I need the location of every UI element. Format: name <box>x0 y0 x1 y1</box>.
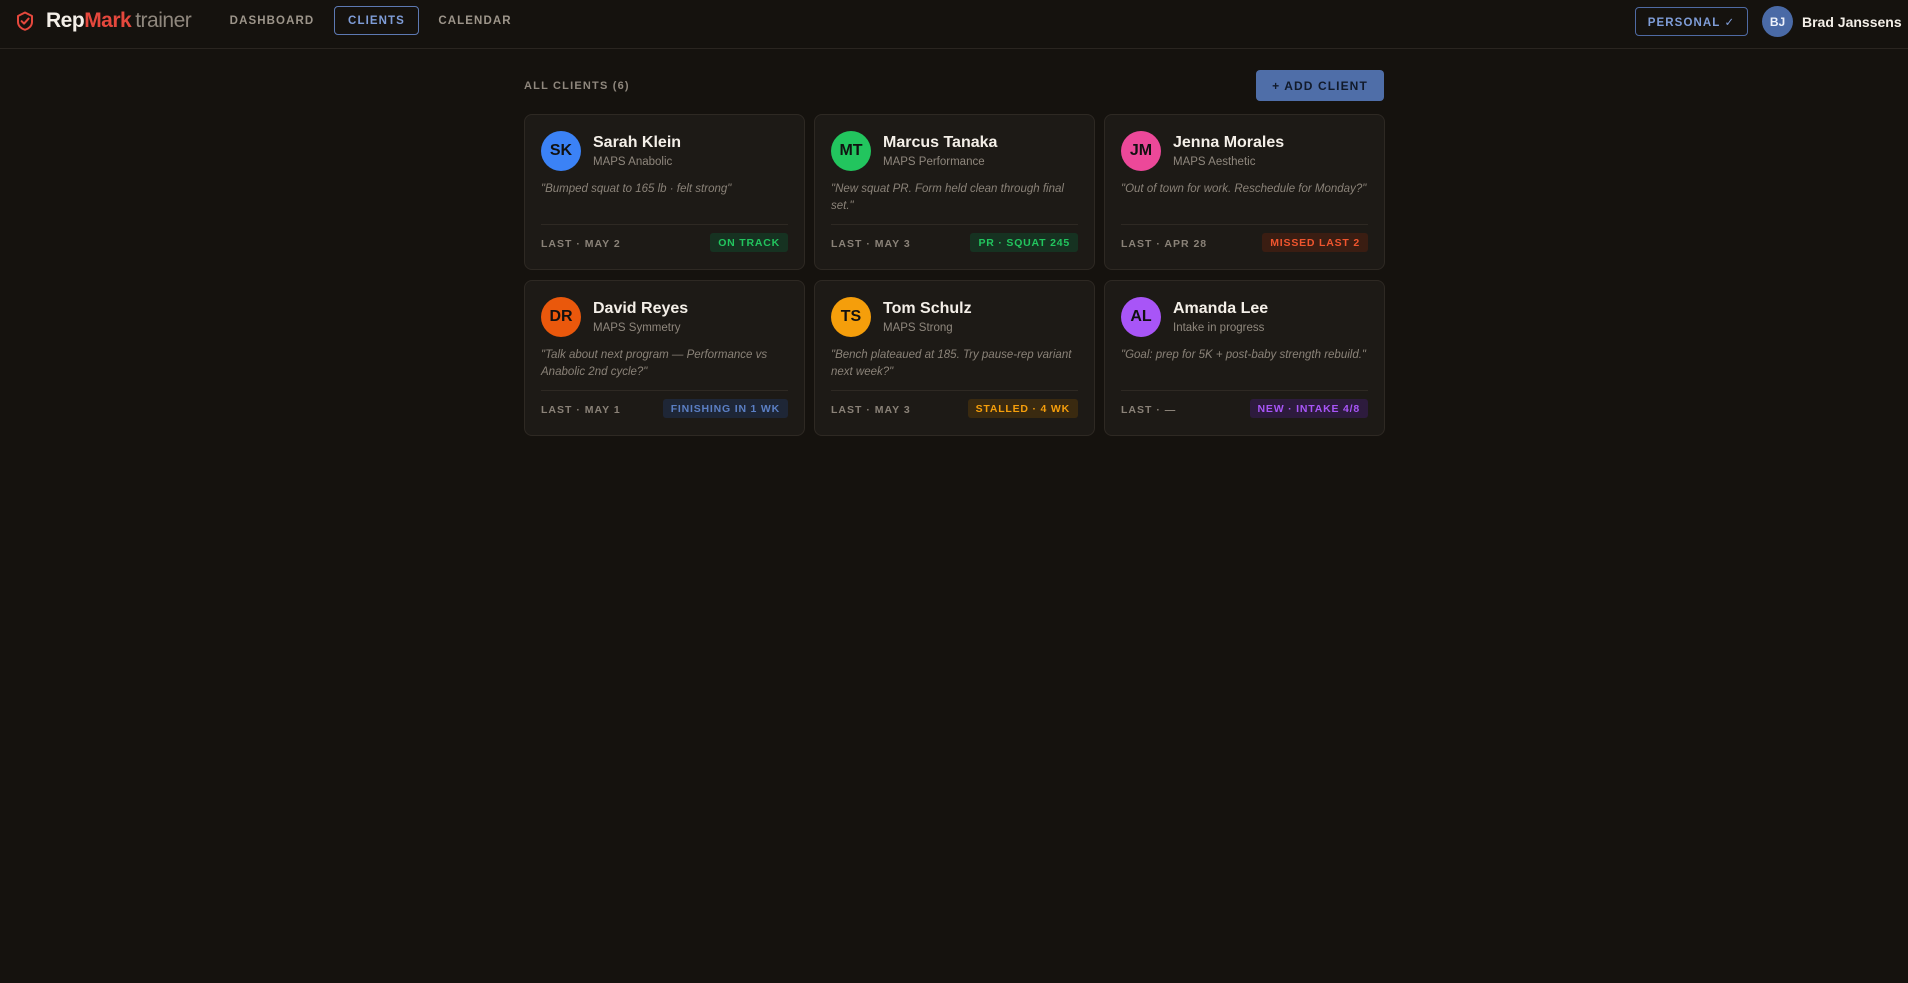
client-avatar: AL <box>1121 297 1161 337</box>
brand-wordmark: RepMark trainer <box>46 9 192 33</box>
card-divider <box>1121 224 1368 225</box>
user-avatar: BJ <box>1762 6 1793 37</box>
card-divider <box>541 390 788 391</box>
top-bar: RepMark trainer DASHBOARD CLIENTS CALENDA… <box>0 0 1908 49</box>
nav-dashboard[interactable]: DASHBOARD <box>224 6 320 35</box>
client-avatar: MT <box>831 131 871 171</box>
user-name: Brad Janssens <box>1802 13 1902 30</box>
status-badge: STALLED · 4 WK <box>967 399 1078 418</box>
status-badge: NEW · INTAKE 4/8 <box>1249 399 1368 418</box>
client-program: MAPS Aesthetic <box>1173 156 1256 168</box>
client-name: Amanda Lee <box>1173 300 1269 317</box>
card-divider <box>831 390 1078 391</box>
client-note: "Goal: prep for 5K + post-baby strength … <box>1121 349 1367 361</box>
mode-toggle-personal[interactable]: PERSONAL ✓ <box>1635 7 1748 36</box>
last-session: LAST · MAY 2 <box>541 238 621 250</box>
card-divider <box>1121 390 1368 391</box>
client-note: "New squat PR. Form held clean through f… <box>831 183 1064 212</box>
client-avatar: DR <box>541 297 581 337</box>
brand-mark: Mark <box>84 9 132 32</box>
client-name: Tom Schulz <box>883 300 972 317</box>
last-session: LAST · — <box>1121 404 1177 416</box>
last-session: LAST · MAY 1 <box>541 404 621 416</box>
status-badge: FINISHING IN 1 WK <box>662 399 788 418</box>
client-avatar: JM <box>1121 131 1161 171</box>
client-program: MAPS Symmetry <box>593 322 681 334</box>
client-note: "Talk about next program — Performance v… <box>541 349 768 378</box>
client-note: "Out of town for work. Reschedule for Mo… <box>1121 183 1367 195</box>
client-program: MAPS Anabolic <box>593 156 673 168</box>
client-card[interactable]: TS Tom Schulz MAPS Strong "Bench plateaued … <box>814 280 1095 436</box>
client-note: "Bench plateaued at 185. Try pause-rep v… <box>831 349 1072 378</box>
nav-calendar[interactable]: CALENDAR <box>432 6 518 35</box>
client-program: Intake in progress <box>1173 322 1265 334</box>
client-note: "Bumped squat to 165 lb · felt strong" <box>541 183 732 195</box>
add-client-button[interactable]: + ADD CLIENT <box>1256 70 1384 101</box>
client-name: David Reyes <box>593 300 689 317</box>
card-divider <box>831 224 1078 225</box>
client-program: MAPS Strong <box>883 322 953 334</box>
user-menu[interactable]: BJ Brad Janssens <box>1762 6 1902 37</box>
client-name: Marcus Tanaka <box>883 134 998 151</box>
nav-clients[interactable]: CLIENTS <box>334 6 419 35</box>
brand-rep: Rep <box>46 9 85 32</box>
client-avatar: SK <box>541 131 581 171</box>
client-avatar: TS <box>831 297 871 337</box>
last-session: LAST · APR 28 <box>1121 238 1208 250</box>
client-program: MAPS Performance <box>883 156 985 168</box>
client-name: Jenna Morales <box>1173 134 1285 151</box>
last-session: LAST · MAY 3 <box>831 404 911 416</box>
status-badge: ON TRACK <box>710 233 788 252</box>
shield-check-icon <box>17 11 33 31</box>
client-card[interactable]: SK Sarah Klein MAPS Anabolic "Bumped squat … <box>524 114 805 270</box>
client-name: Sarah Klein <box>593 134 682 151</box>
client-card[interactable]: JM Jenna Morales MAPS Aesthetic "Out of tow… <box>1104 114 1385 270</box>
logo[interactable]: RepMark trainer <box>16 9 192 33</box>
client-card[interactable]: MT Marcus Tanaka MAPS Performance "New squa… <box>814 114 1095 270</box>
brand-sub: trainer <box>135 9 192 32</box>
client-card[interactable]: AL Amanda Lee Intake in progress "Goal: pre… <box>1104 280 1385 436</box>
last-session: LAST · MAY 3 <box>831 238 911 250</box>
client-card[interactable]: DR David Reyes MAPS Symmetry "Talk about ne… <box>524 280 805 436</box>
section-title: ALL CLIENTS (6) <box>524 80 630 92</box>
status-badge: PR · SQUAT 245 <box>970 233 1078 252</box>
card-divider <box>541 224 788 225</box>
status-badge: MISSED LAST 2 <box>1262 233 1368 252</box>
